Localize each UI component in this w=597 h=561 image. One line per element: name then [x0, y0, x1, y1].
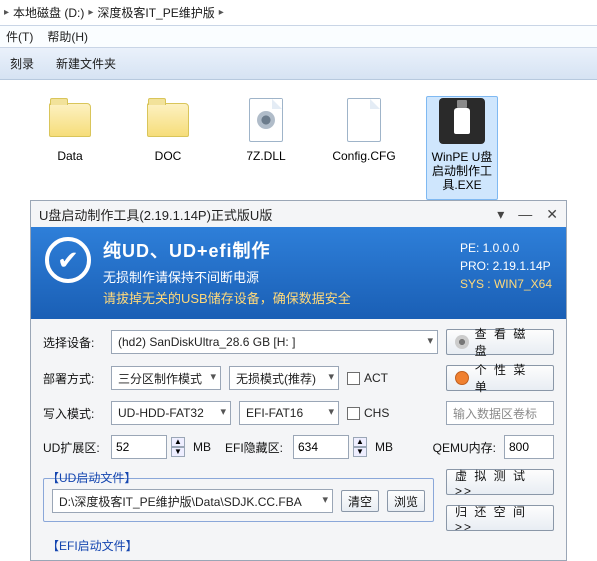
file-data[interactable]: Data [34, 96, 106, 200]
efihide-spinner[interactable]: ▲▼ [353, 437, 367, 457]
view-disk-button[interactable]: 查 看 磁 盘 [446, 329, 554, 355]
file-7zdll[interactable]: 7Z.DLL [230, 96, 302, 200]
volume-label-input[interactable]: 输入数据区卷标 [446, 401, 554, 425]
chs-checkbox[interactable]: CHS [347, 406, 389, 420]
label-efihide: EFI隐藏区: [225, 439, 285, 456]
file-winpe-exe[interactable]: WinPE U盘启动制作工具.EXE [426, 96, 498, 200]
banner: ✔ 纯UD、UD+efi制作 无损制作请保持不间断电源 请拔掉无关的USB储存设… [31, 227, 566, 319]
usb-tool-icon [439, 98, 485, 144]
menubar: 件(T) 帮助(H) [0, 26, 597, 48]
minimize-button[interactable]: — [518, 206, 532, 223]
breadcrumb-seg-drive[interactable]: 本地磁盘 (D:)▸ [13, 4, 93, 21]
pro-version: PRO: 2.19.1.14P [460, 257, 552, 275]
user-icon [455, 371, 469, 385]
act-checkbox[interactable]: ACT [347, 371, 388, 385]
menu-help[interactable]: 帮助(H) [47, 28, 88, 45]
clear-button[interactable]: 清空 [341, 490, 379, 512]
qemu-input[interactable]: 800 [504, 435, 554, 459]
close-button[interactable]: ✕ [546, 206, 558, 223]
pe-version: PE: 1.0.0.0 [460, 239, 552, 257]
deploy-select[interactable]: 三分区制作模式 [111, 366, 221, 390]
device-select[interactable]: (hd2) SanDiskUltra_28.6 GB [H: ] [111, 330, 438, 354]
folder-icon [147, 103, 189, 137]
folder-icon [49, 103, 91, 137]
dll-icon [249, 98, 283, 142]
banner-sub2: 请拔掉无关的USB储存设备，确保数据安全 [103, 288, 351, 307]
titlebar: U盘启动制作工具(2.19.1.14P)正式版U版 ▾ — ✕ [31, 201, 566, 227]
menu-tools[interactable]: 件(T) [6, 28, 33, 45]
virtual-test-button[interactable]: 虚 拟 测 试 >> [446, 469, 554, 495]
file-list: Data DOC 7Z.DLL Config.CFG WinPE U盘启动制作工… [0, 80, 597, 200]
banner-title: 纯UD、UD+efi制作 [103, 237, 351, 263]
explorer-toolbar: 刻录 新建文件夹 [0, 48, 597, 80]
check-icon: ✔ [45, 237, 91, 283]
file-configcfg[interactable]: Config.CFG [328, 96, 400, 200]
disk-icon [455, 335, 469, 349]
ud-path-select[interactable]: D:\深度极客IT_PE维护版\Data\SDJK.CC.FBA [52, 489, 333, 513]
toolbar-burn[interactable]: 刻录 [10, 55, 34, 72]
cfg-icon [347, 98, 381, 142]
chevron-right-icon: ▸ [4, 7, 9, 18]
udext-spinner[interactable]: ▲▼ [171, 437, 185, 457]
browse-button[interactable]: 浏览 [387, 490, 425, 512]
label-device: 选择设备: [43, 334, 103, 351]
sys-version: SYS : WIN7_X64 [460, 275, 552, 293]
efihide-input[interactable]: 634 [293, 435, 349, 459]
app-window: U盘启动制作工具(2.19.1.14P)正式版U版 ▾ — ✕ ✔ 纯UD、UD… [30, 200, 567, 561]
label-qemu: QEMU内存: [433, 439, 496, 456]
ud-mode-select[interactable]: UD-HDD-FAT32 [111, 401, 231, 425]
efi-mode-select[interactable]: EFI-FAT16 [239, 401, 339, 425]
breadcrumb: ▸ 本地磁盘 (D:)▸ 深度极客IT_PE维护版▸ [0, 0, 597, 26]
personal-menu-button[interactable]: 个 性 菜 单 [446, 365, 554, 391]
toolbar-new-folder[interactable]: 新建文件夹 [56, 55, 116, 72]
lossless-select[interactable]: 无损模式(推荐) [229, 366, 339, 390]
udext-input[interactable]: 52 [111, 435, 167, 459]
label-udext: UD扩展区: [43, 439, 103, 456]
file-doc[interactable]: DOC [132, 96, 204, 200]
label-deploy: 部署方式: [43, 370, 103, 387]
label-write: 写入模式: [43, 405, 103, 422]
efi-group-title: 【EFI启动文件】 [47, 537, 554, 554]
dropdown-icon[interactable]: ▾ [497, 206, 504, 223]
return-space-button[interactable]: 归 还 空 间 >> [446, 505, 554, 531]
window-title: U盘启动制作工具(2.19.1.14P)正式版U版 [39, 205, 272, 224]
banner-sub1: 无损制作请保持不间断电源 [103, 267, 351, 286]
version-panel: PE: 1.0.0.0 PRO: 2.19.1.14P SYS : WIN7_X… [460, 239, 552, 293]
breadcrumb-seg-folder[interactable]: 深度极客IT_PE维护版▸ [97, 4, 223, 21]
